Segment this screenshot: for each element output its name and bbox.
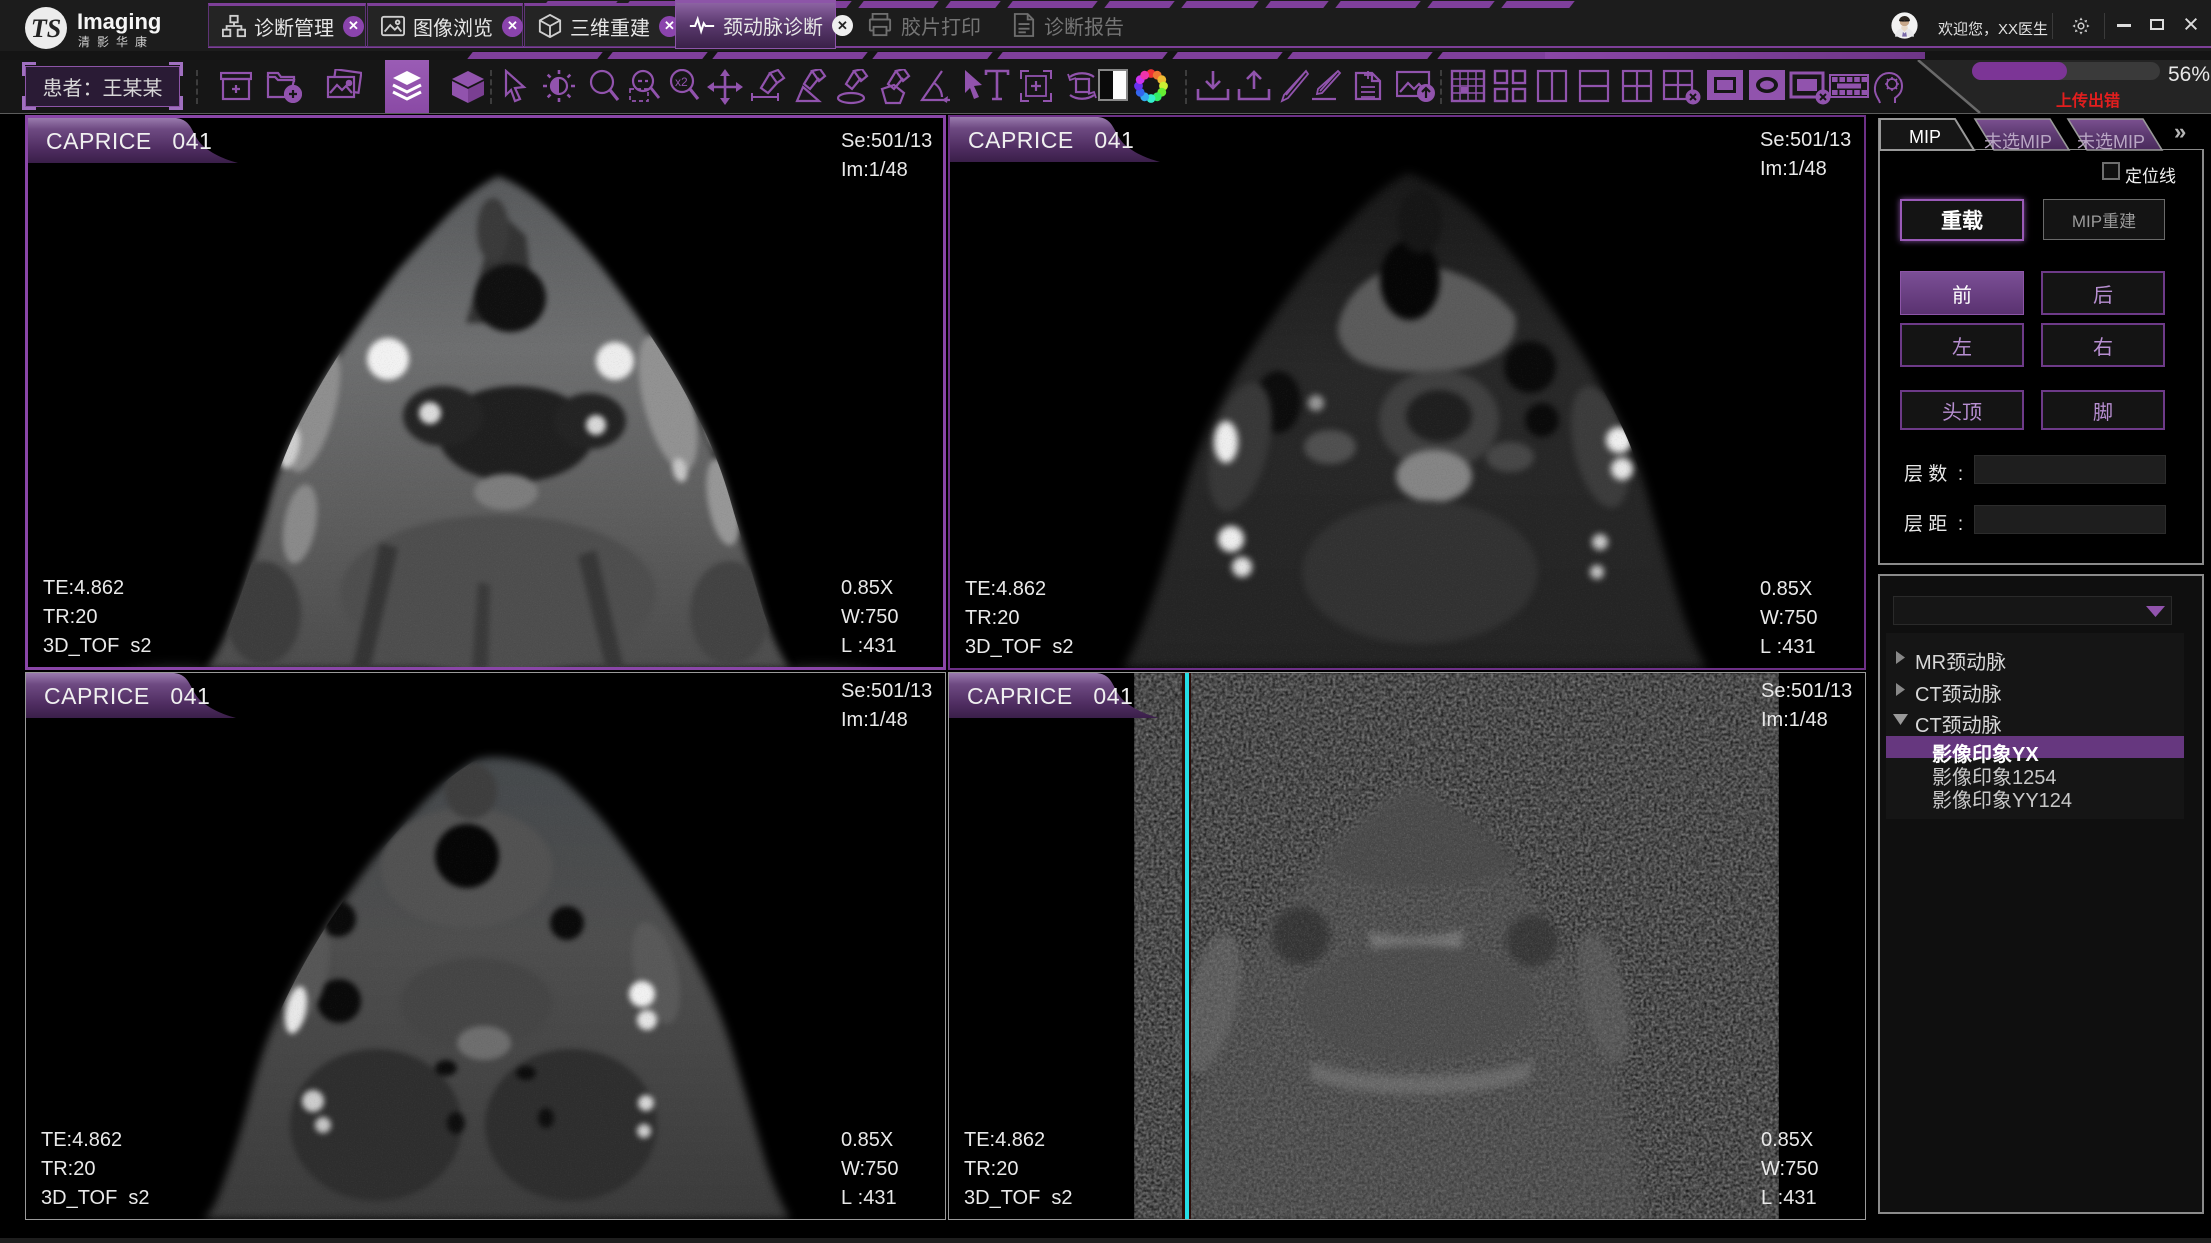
svg-text:TS: TS: [31, 14, 61, 43]
svg-text:x2: x2: [675, 75, 688, 89]
